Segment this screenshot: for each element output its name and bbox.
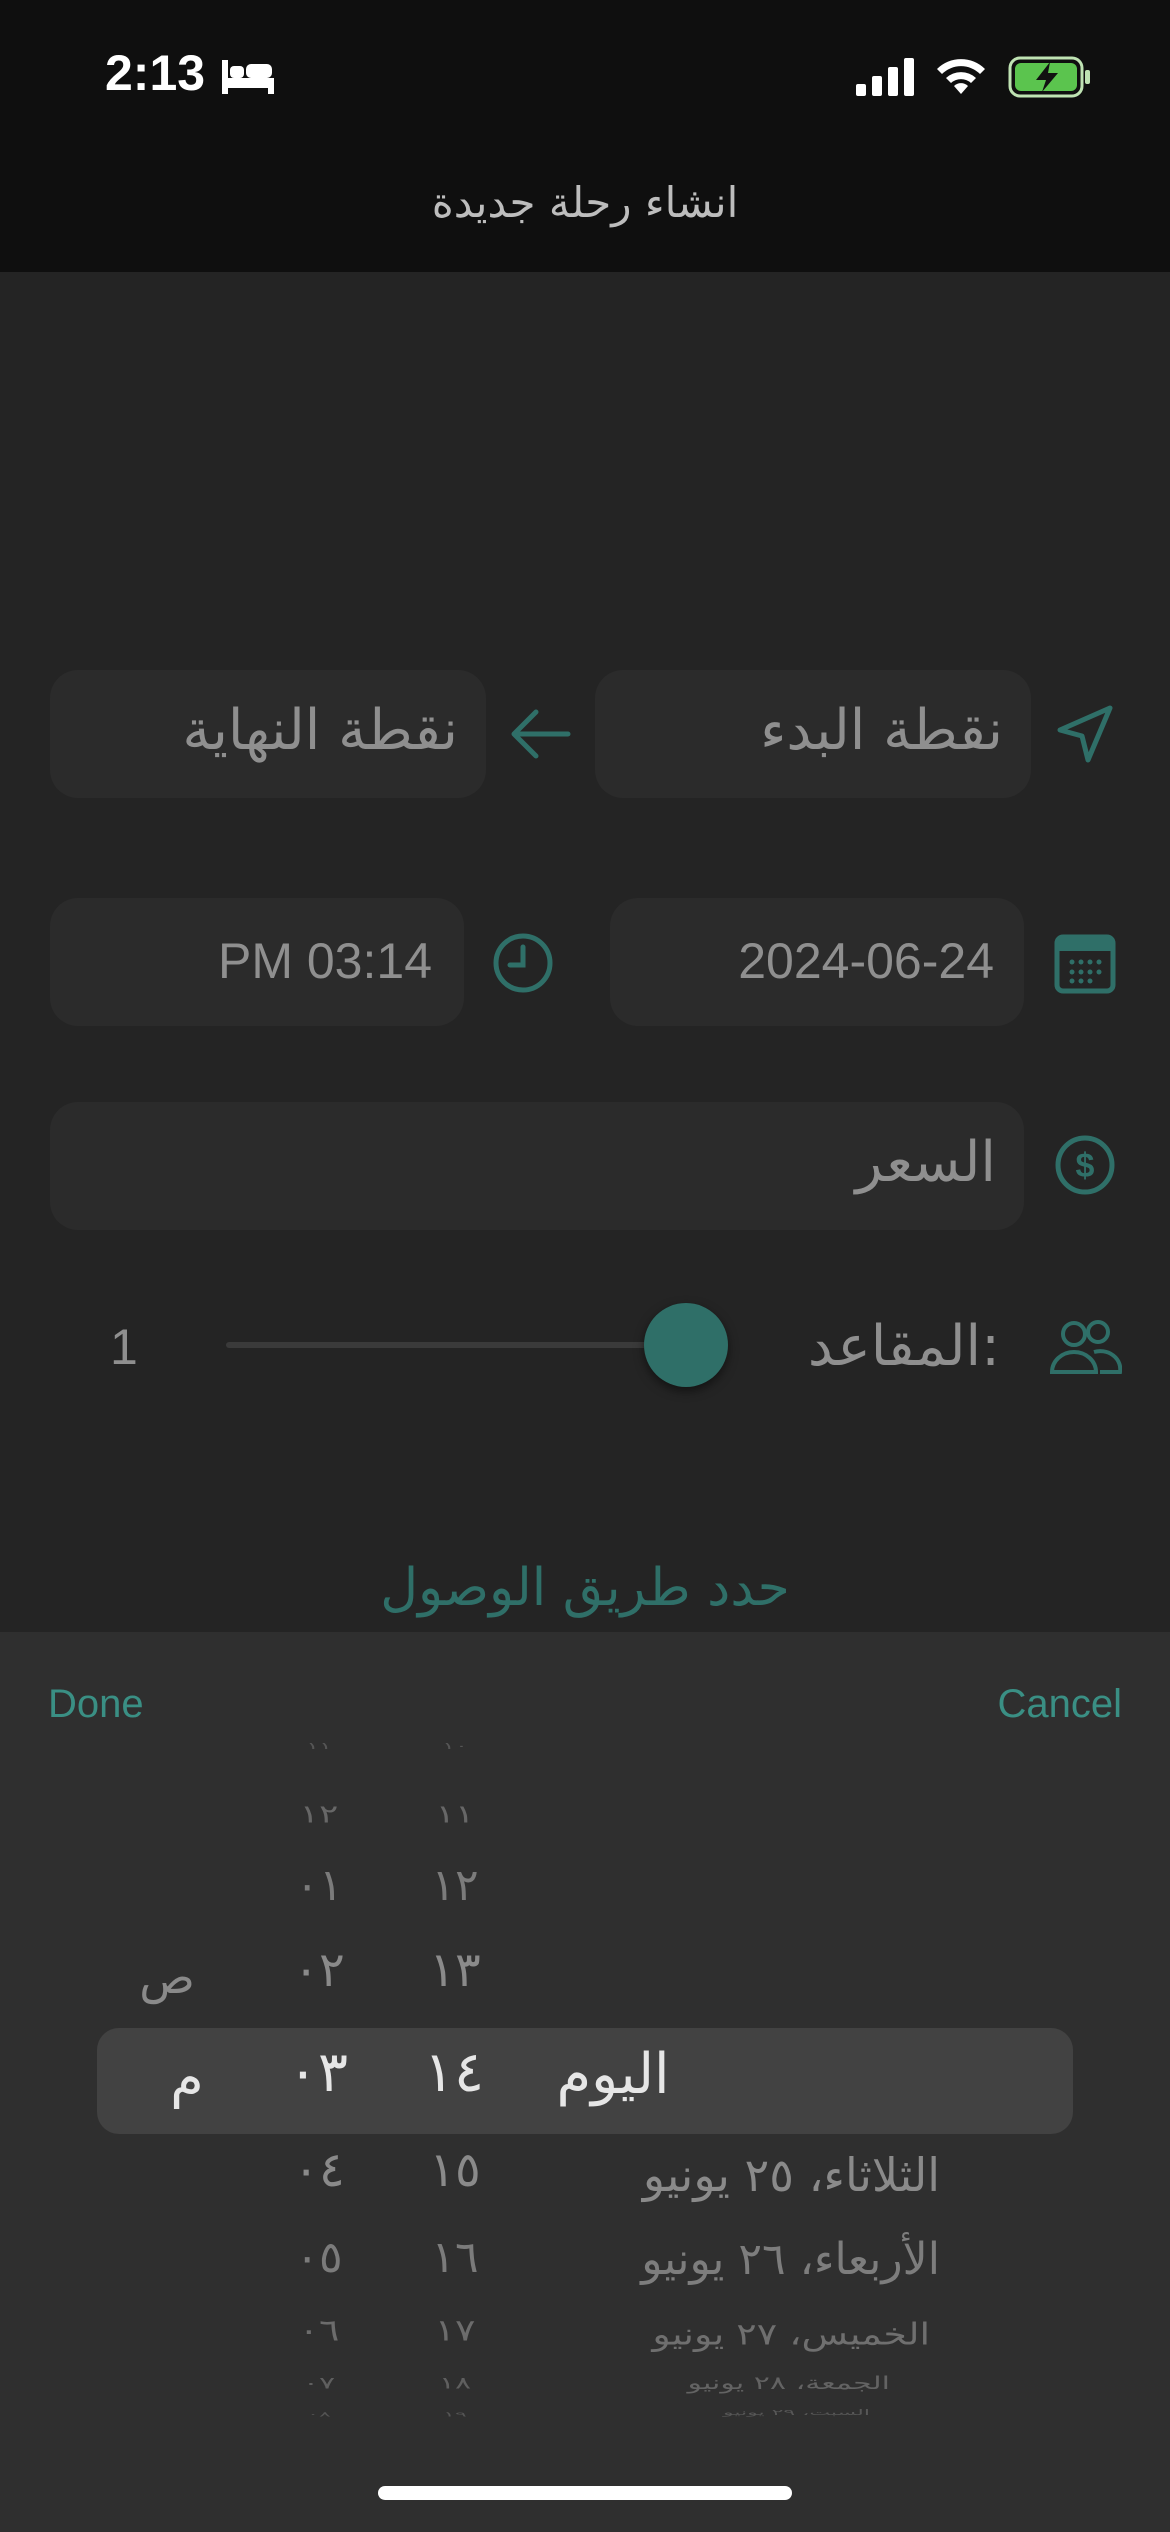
wifi-icon xyxy=(934,56,988,96)
dollar-icon: $ xyxy=(1054,1134,1116,1196)
seats-slider[interactable] xyxy=(226,1300,728,1390)
home-indicator xyxy=(378,2486,792,2500)
seats-value: 1 xyxy=(110,1319,138,1375)
date-field[interactable]: 2024-06-24 xyxy=(610,898,1024,1026)
price-field[interactable]: السعر xyxy=(50,1102,1024,1230)
battery-charging-icon xyxy=(1008,56,1092,98)
sleep-icon xyxy=(222,56,274,96)
page-title: انشاء رحلة جديدة xyxy=(431,178,739,227)
arrow-left-icon xyxy=(508,706,572,762)
route-link[interactable]: حدد طريق الوصول xyxy=(0,1558,1170,1618)
navigation-bar xyxy=(0,0,1170,272)
price-placeholder: السعر xyxy=(855,1130,997,1195)
seats-label: المقاعد: xyxy=(807,1314,1000,1379)
cellular-signal-icon xyxy=(856,58,916,96)
date-value: 2024-06-24 xyxy=(738,933,994,989)
people-icon xyxy=(1048,1318,1122,1374)
done-button[interactable]: Done xyxy=(48,1682,144,1727)
slider-thumb[interactable] xyxy=(644,1303,728,1387)
slider-track xyxy=(226,1342,706,1348)
cancel-button[interactable]: Cancel xyxy=(997,1682,1122,1727)
clock-icon xyxy=(492,932,554,994)
status-time: 2:13 xyxy=(105,45,206,101)
time-field[interactable]: PM 03:14 xyxy=(50,898,464,1026)
picker-selection-band xyxy=(97,2028,1073,2134)
end-point-placeholder: نقطة النهاية xyxy=(182,698,458,763)
start-point-placeholder: نقطة البدء xyxy=(760,698,1003,763)
start-point-field[interactable]: نقطة البدء xyxy=(595,670,1031,798)
svg-text:$: $ xyxy=(1076,1147,1095,1185)
time-value: PM 03:14 xyxy=(217,933,432,989)
navigation-arrow-icon xyxy=(1052,702,1116,766)
calendar-icon xyxy=(1054,932,1116,994)
end-point-field[interactable]: نقطة النهاية xyxy=(50,670,486,798)
